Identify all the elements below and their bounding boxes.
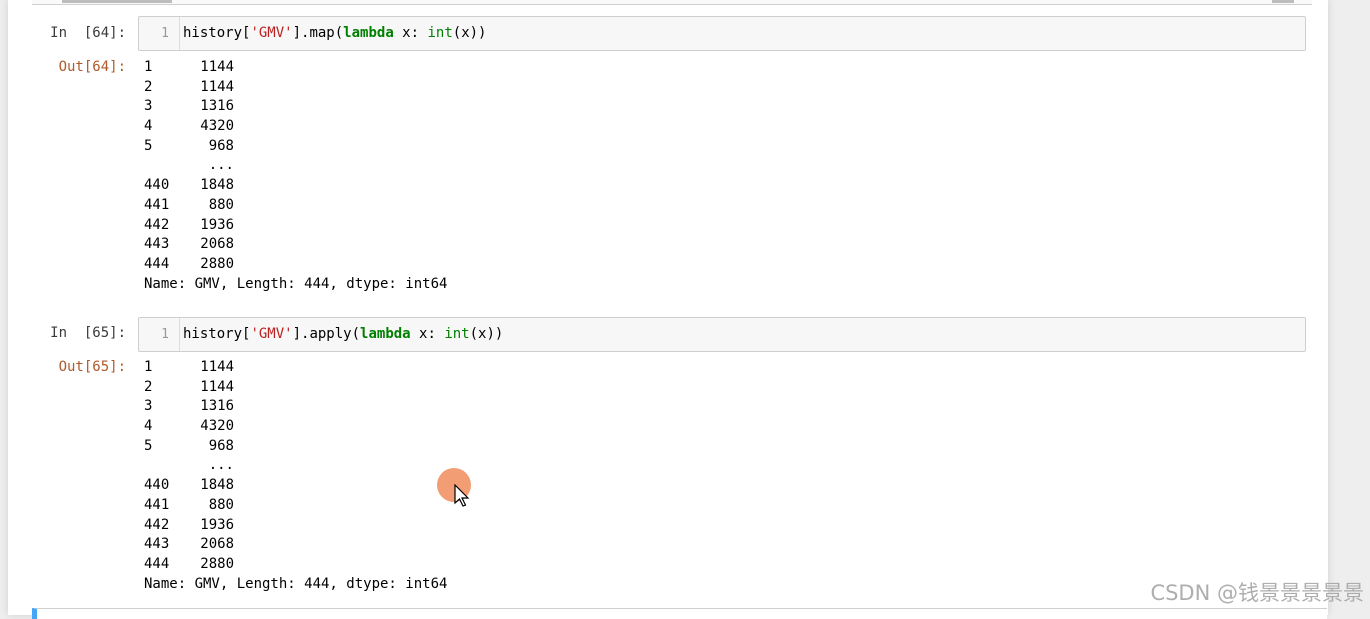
- series-index: 442: [144, 516, 184, 536]
- line-number-gutter: 1: [139, 318, 180, 351]
- series-index: 2: [144, 78, 184, 98]
- code-token: 'GMV': [250, 25, 292, 41]
- series-value: 2068: [184, 535, 234, 555]
- series-index: 1: [144, 358, 184, 378]
- code-token: (x)): [453, 25, 487, 41]
- code-line[interactable]: history['GMV'].map(lambda x: int(x)): [183, 17, 486, 50]
- series-row: ...: [144, 456, 447, 476]
- series-row: 4432068: [144, 235, 447, 255]
- series-index: 441: [144, 196, 184, 216]
- code-line[interactable]: history['GMV'].apply(lambda x: int(x)): [183, 318, 503, 351]
- series-value: 2880: [184, 255, 234, 275]
- code-token: x:: [394, 25, 428, 41]
- cell-output: 111442114431316443205968...4401848441880…: [144, 358, 447, 594]
- series-row: 4442880: [144, 255, 447, 275]
- code-token: ].map(: [293, 25, 344, 41]
- series-row: 21144: [144, 78, 447, 98]
- series-index: 4: [144, 417, 184, 437]
- code-token: ].apply(: [293, 326, 360, 342]
- input-prompt: In [64]:: [16, 25, 126, 41]
- series-row: 11144: [144, 58, 447, 78]
- code-token: lambda: [360, 326, 411, 342]
- code-token: (x)): [470, 326, 504, 342]
- line-number-gutter: 1: [139, 17, 180, 50]
- series-index: 4: [144, 117, 184, 137]
- series-value: 4320: [184, 117, 234, 137]
- code-token: x:: [411, 326, 445, 342]
- series-summary: Name: GMV, Length: 444, dtype: int64: [144, 275, 447, 295]
- arrow-pointer-icon: [454, 484, 470, 508]
- code-input-editor[interactable]: 1 history['GMV'].apply(lambda x: int(x)): [138, 317, 1306, 352]
- series-index: 440: [144, 476, 184, 496]
- series-value: 4320: [184, 417, 234, 437]
- series-index: 3: [144, 397, 184, 417]
- series-row: 44320: [144, 417, 447, 437]
- series-value: 1848: [184, 476, 234, 496]
- series-row: ...: [144, 156, 447, 176]
- series-value: 1316: [184, 397, 234, 417]
- series-row: 31316: [144, 397, 447, 417]
- line-number: 1: [161, 17, 179, 50]
- code-token: history[: [183, 326, 250, 342]
- series-row: 5968: [144, 137, 447, 157]
- series-row: 4401848: [144, 476, 447, 496]
- series-row: 441880: [144, 196, 447, 216]
- series-value: 1936: [184, 216, 234, 236]
- series-index: 444: [144, 555, 184, 575]
- series-index: 444: [144, 255, 184, 275]
- top-scroll-strip: [32, 0, 1312, 5]
- notebook-panel: In [64]: 1 history['GMV'].map(lambda x: …: [8, 0, 1328, 615]
- series-value: 880: [184, 496, 234, 516]
- series-value: 2880: [184, 555, 234, 575]
- code-token: lambda: [343, 25, 394, 41]
- series-value: 968: [184, 437, 234, 457]
- input-prompt: In [65]:: [16, 325, 126, 341]
- series-row: 4432068: [144, 535, 447, 555]
- series-summary: Name: GMV, Length: 444, dtype: int64: [144, 575, 447, 595]
- code-input-editor[interactable]: 1 history['GMV'].map(lambda x: int(x)): [138, 16, 1306, 51]
- output-prompt: Out[64]:: [16, 59, 126, 75]
- series-value: 1144: [184, 78, 234, 98]
- series-row: 5968: [144, 437, 447, 457]
- code-token: int: [444, 326, 469, 342]
- next-cell-selected[interactable]: [32, 608, 1327, 619]
- series-row: 4421936: [144, 216, 447, 236]
- series-index: 2: [144, 378, 184, 398]
- series-index: 5: [144, 437, 184, 457]
- series-index: 441: [144, 496, 184, 516]
- series-row: 4401848: [144, 176, 447, 196]
- series-index: 5: [144, 137, 184, 157]
- series-row: 31316: [144, 97, 447, 117]
- series-value: 1848: [184, 176, 234, 196]
- series-value: 1316: [184, 97, 234, 117]
- series-value: 1144: [184, 378, 234, 398]
- code-token: int: [427, 25, 452, 41]
- series-value: 1144: [184, 58, 234, 78]
- series-value: 968: [184, 137, 234, 157]
- series-row: 441880: [144, 496, 447, 516]
- series-value: 880: [184, 196, 234, 216]
- series-index: 440: [144, 176, 184, 196]
- code-token: 'GMV': [250, 326, 292, 342]
- series-value: 2068: [184, 235, 234, 255]
- series-index: 443: [144, 235, 184, 255]
- series-value: 1144: [184, 358, 234, 378]
- series-index: 442: [144, 216, 184, 236]
- series-value: ...: [184, 156, 234, 176]
- watermark: CSDN @钱景景景景景: [1150, 577, 1364, 607]
- code-token: history[: [183, 25, 250, 41]
- output-prompt: Out[65]:: [16, 359, 126, 375]
- cell-output: 111442114431316443205968...4401848441880…: [144, 58, 447, 294]
- series-row: 21144: [144, 378, 447, 398]
- series-row: 4421936: [144, 516, 447, 536]
- series-index: 1: [144, 58, 184, 78]
- series-row: 4442880: [144, 555, 447, 575]
- series-index: 3: [144, 97, 184, 117]
- series-row: 11144: [144, 358, 447, 378]
- series-value: ...: [184, 456, 234, 476]
- series-row: 44320: [144, 117, 447, 137]
- series-value: 1936: [184, 516, 234, 536]
- line-number: 1: [161, 318, 179, 351]
- series-index: 443: [144, 535, 184, 555]
